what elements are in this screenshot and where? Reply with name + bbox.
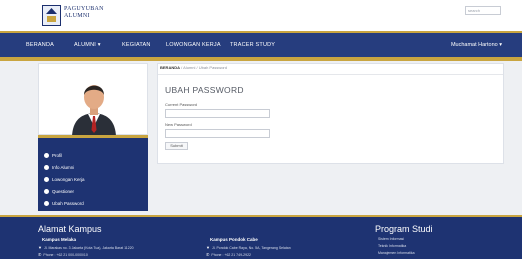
sidebar-item-info-alumni[interactable]: Info Alumni xyxy=(44,163,74,173)
sidebar-item-questioner[interactable]: Questioner xyxy=(44,187,74,197)
info-icon xyxy=(44,164,49,170)
user-menu[interactable]: Muchamat Hartono ▾ xyxy=(451,42,502,48)
nav-beranda[interactable]: BERANDA xyxy=(26,42,54,48)
breadcrumb-alumni[interactable]: Alumni xyxy=(183,65,195,70)
program-link-mi[interactable]: Manajemen Informatika xyxy=(378,251,415,255)
campus2-name: Kampus Pondok Cabe xyxy=(210,237,258,242)
profile-icon xyxy=(44,152,49,158)
sidebar-item-lowongan-kerja[interactable]: Lowongan Kerja xyxy=(44,175,85,185)
breadcrumb-divider xyxy=(158,74,503,75)
nav-lowongan-kerja[interactable]: LOWONGAN KERJA xyxy=(166,42,221,48)
nav-tracer-study[interactable]: TRACER STUDY xyxy=(230,42,275,48)
campus1-name: Kampus Melaka xyxy=(42,237,77,242)
new-password-label: New Password xyxy=(165,122,192,127)
campus1-address: ▼ Jl. Marakas no. 3 Jakarta (Kota Tua), J… xyxy=(38,245,134,250)
sidebar-item-label: Questioner xyxy=(52,189,75,194)
logo-icon[interactable] xyxy=(42,5,61,26)
current-password-label: Current Password xyxy=(165,102,198,107)
campus1-phone-text: Phone : +62 21 000-0000/10 xyxy=(43,253,88,257)
profile-photo-card xyxy=(38,63,148,136)
campus2-phone-text: Phone : +62 21 749-2922 xyxy=(211,253,251,257)
footer-programs-title: Program Studi xyxy=(375,224,433,234)
breadcrumb: BERANDA / Alumni / Ubah Password xyxy=(160,65,227,70)
key-icon xyxy=(44,200,49,206)
program-link-si[interactable]: Sistem Informasi xyxy=(378,237,404,241)
briefcase-icon xyxy=(44,176,49,182)
program-link-ti[interactable]: Teknik Informatika xyxy=(378,244,406,248)
brand-name[interactable]: PAGUYUBAN ALUMNI xyxy=(64,6,104,20)
breadcrumb-separator: / xyxy=(196,65,198,70)
campus1-phone: ✆ Phone : +62 21 000-0000/10 xyxy=(38,252,88,257)
brand-line-1: PAGUYUBAN xyxy=(64,6,104,12)
breadcrumb-home[interactable]: BERANDA xyxy=(160,65,180,70)
campus1-address-text: Jl. Marakas no. 3 Jakarta (Kota Tua), Ja… xyxy=(43,246,134,250)
current-password-field[interactable] xyxy=(165,109,270,118)
submit-button[interactable]: Submit xyxy=(165,142,188,150)
nav-alumni[interactable]: ALUMNI ▾ xyxy=(74,42,101,48)
sidebar-item-profil[interactable]: Profil xyxy=(44,151,62,161)
footer: Alamat Kampus Kampus Melaka ▼ Jl. Marakas… xyxy=(0,217,522,259)
sidebar-item-label: Lowongan Kerja xyxy=(52,177,85,182)
map-pin-icon: ▼ xyxy=(38,245,42,250)
brand-line-2: ALUMNI xyxy=(64,13,90,19)
campus2-address: ▼ Jl. Pondok Cabe Raya, No. 5A, Tangerang… xyxy=(206,245,291,250)
search-input[interactable]: search xyxy=(465,6,501,15)
page-title: UBAH PASSWORD xyxy=(165,85,244,95)
sidebar-item-label: Profil xyxy=(52,153,63,158)
phone-icon: ✆ xyxy=(206,252,210,257)
avatar xyxy=(72,85,116,136)
footer-address-title: Alamat Kampus xyxy=(38,224,102,234)
main-navbar: BERANDA ALUMNI ▾ KEGIATAN LOWONGAN KERJA… xyxy=(0,33,522,57)
sidebar-menu: Profil Info Alumni Lowongan Kerja Questi… xyxy=(38,135,148,211)
question-icon xyxy=(44,188,49,194)
breadcrumb-current: Ubah Password xyxy=(198,65,227,70)
nav-kegiatan[interactable]: KEGIATAN xyxy=(122,42,151,48)
top-header: PAGUYUBAN ALUMNI search xyxy=(0,0,522,31)
map-pin-icon: ▼ xyxy=(206,245,210,250)
sidebar-item-label: Info Alumni xyxy=(52,165,75,170)
sidebar-item-label: Ubah Password xyxy=(52,201,84,206)
campus2-address-text: Jl. Pondok Cabe Raya, No. 5A, Tangerang … xyxy=(211,246,291,250)
phone-icon: ✆ xyxy=(38,252,42,257)
navbar-divider xyxy=(0,57,522,61)
campus2-phone: ✆ Phone : +62 21 749-2922 xyxy=(206,252,251,257)
new-password-field[interactable] xyxy=(165,129,270,138)
sidebar-item-ubah-password[interactable]: Ubah Password xyxy=(44,199,84,209)
